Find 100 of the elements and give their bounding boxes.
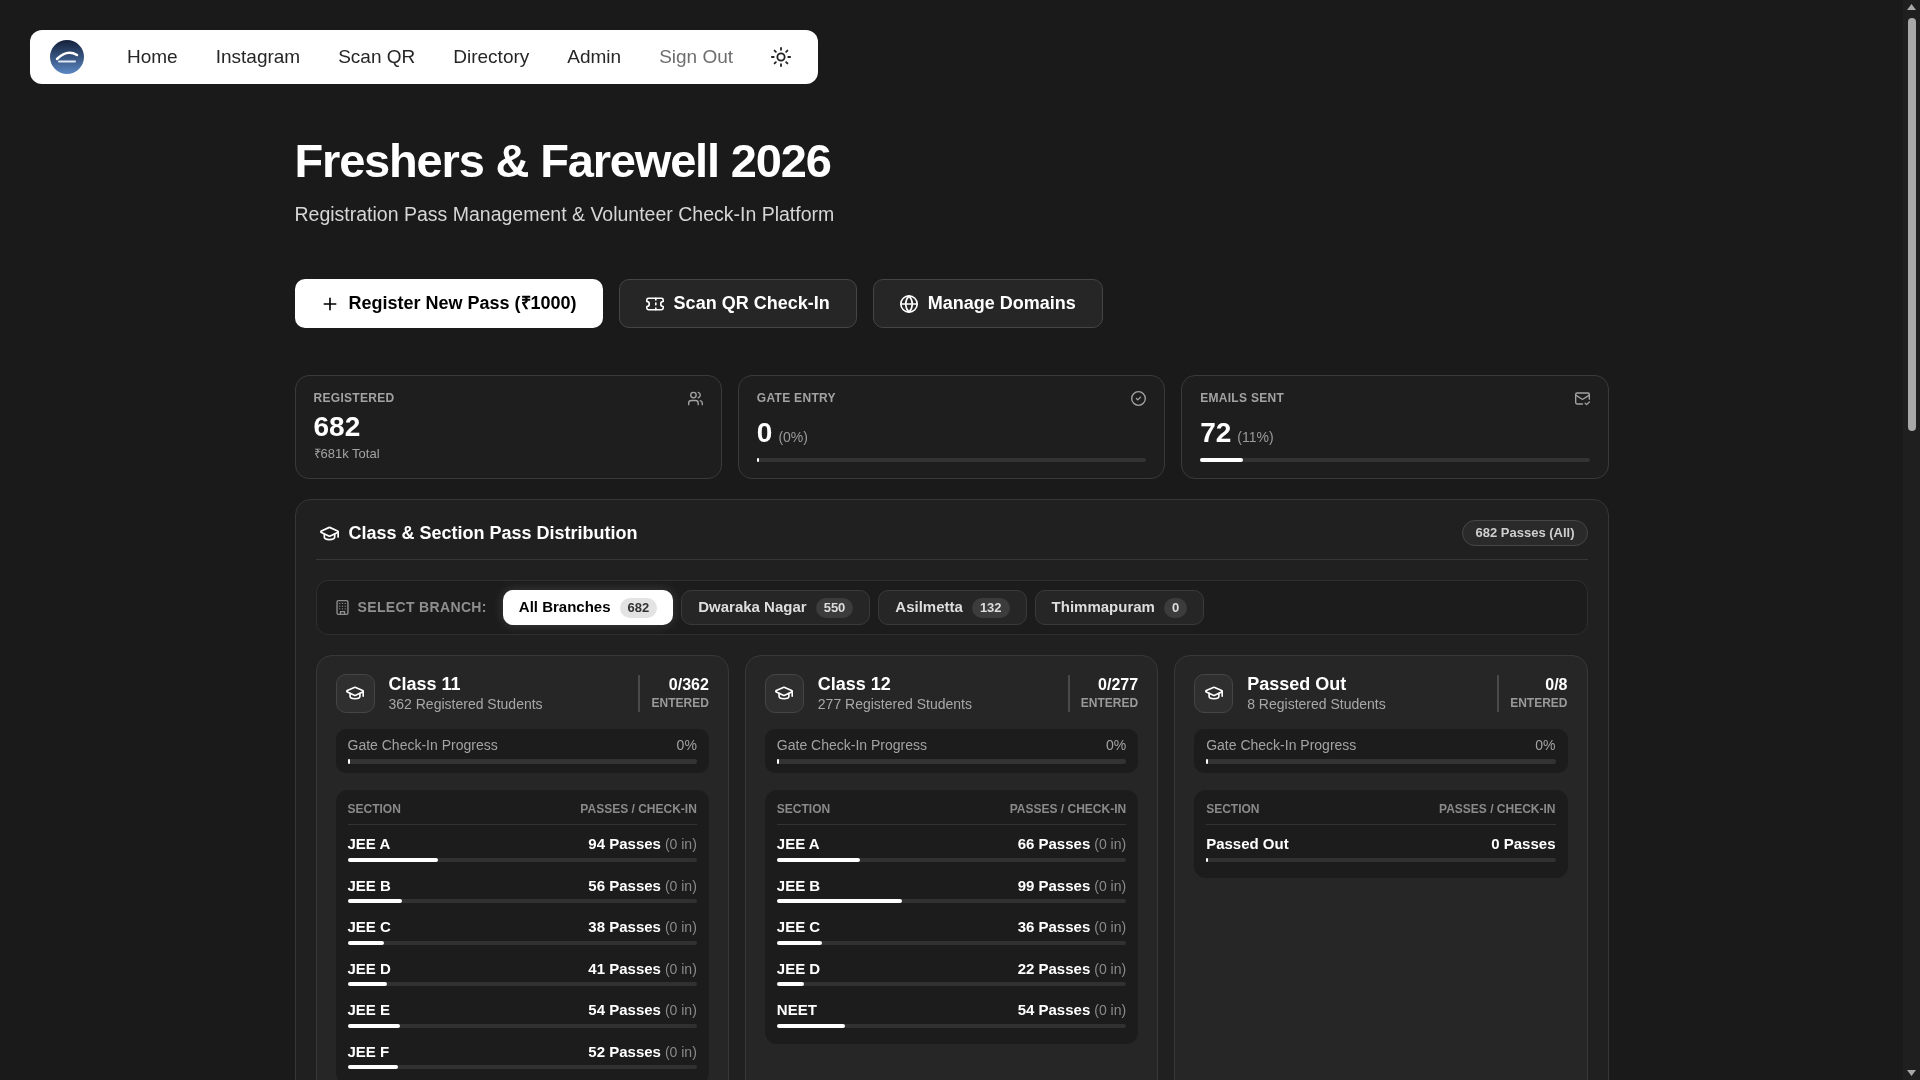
pass-count: 54 Passes [1017,1000,1091,1020]
logo-icon[interactable] [50,40,84,74]
branch-tab[interactable]: Asilmetta 132 [878,590,1027,625]
graduation-cap-icon [1194,673,1234,713]
branch-tab[interactable]: Thimmapuram 0 [1034,590,1205,625]
class-subtitle: 362 Registered Students [388,695,544,713]
pass-count: 41 Passes [588,958,661,979]
building-icon [334,600,350,615]
check-in-count: (0 in) [664,1042,697,1062]
scrollbar-thumb[interactable] [1907,18,1916,431]
branch-count: 682 [619,597,658,618]
stat-percent: (0%) [778,428,808,447]
mail-check-icon [1574,390,1590,406]
section-name: JEE D [347,958,391,979]
stat-value: 682 [313,411,362,443]
people-icon [687,390,703,406]
graduation-cap-icon [764,673,804,713]
theme-toggle-button[interactable] [771,47,792,67]
section-title: Class & Section Pass Distribution [348,522,638,545]
column-header: SECTION [1206,801,1260,817]
nav-link[interactable]: Home [127,43,178,71]
action-button[interactable]: Manage Domains [872,279,1103,328]
pass-count: 94 Passes [588,834,661,854]
pass-count: 66 Passes [1017,834,1091,854]
check-in-count: (0 in) [664,918,697,937]
check-in-count: (0 in) [1094,918,1127,937]
section-name: JEE F [347,1041,390,1062]
column-header: PASSES / CHECK-IN [1439,801,1556,817]
pass-count: 38 Passes [588,917,661,937]
column-header: PASSES / CHECK-IN [580,801,697,817]
section-name: JEE B [347,875,391,896]
section-name: JEE C [776,917,821,937]
branch-count: 132 [971,597,1010,618]
progress-label: Gate Check-In Progress [347,736,498,755]
class-title: Class 11 [388,673,462,695]
total-passes-pill: 682 Passes (All) [1462,520,1588,546]
stat-note: ₹681k Total [313,446,381,462]
check-in-count: (0 in) [1094,835,1127,854]
entered-label: ENTERED [1510,695,1568,711]
stat-percent: (11%) [1237,428,1274,447]
pass-count: 52 Passes [588,1041,661,1062]
column-header: PASSES / CHECK-IN [1009,801,1127,817]
section-name: JEE E [347,1000,391,1020]
pass-count: 54 Passes [588,1000,661,1020]
branch-count: 550 [815,597,854,618]
stat-label: REGISTERED [313,390,395,406]
stat-label: EMAILS SENT [1200,390,1285,406]
progress-value: 0% [676,736,697,755]
section-name: JEE C [347,917,391,937]
progress-label: Gate Check-In Progress [1206,736,1357,755]
graduation-cap-icon [335,673,375,713]
page-subtitle: Registration Pass Management & Volunteer Check-In Platform [294,202,836,227]
page-title: Freshers & Farewell 2026 [294,137,832,184]
globe-icon [899,294,918,313]
section-name: Passed Out [1206,834,1289,854]
nav-link[interactable]: Instagram [215,43,301,71]
pass-count: 22 Passes [1017,958,1091,979]
action-button[interactable]: Scan QR Check-In [618,279,857,328]
action-button[interactable]: Register New Pass (₹1000) [294,279,603,328]
ticket-icon [645,294,664,313]
entered-count: 0/8 [1545,675,1568,695]
entered-label: ENTERED [1080,695,1139,711]
scroll-up-icon[interactable] [1907,4,1916,10]
column-header: SECTION [776,801,831,817]
progress-value: 0% [1105,736,1127,755]
stat-value: 0 [756,417,773,449]
check-in-count: (0 in) [664,1001,697,1020]
check-in-count: (0 in) [1094,1001,1127,1020]
section-name: JEE B [776,875,821,896]
branch-tab[interactable]: Dwaraka Nagar 550 [681,590,871,625]
sun-icon [771,47,792,67]
section-name: JEE D [776,958,821,979]
nav-link[interactable]: Scan QR [338,43,416,71]
pass-count: 36 Passes [1017,917,1091,937]
class-title: Passed Out [1247,673,1348,695]
stat-label: GATE ENTRY [756,390,836,406]
check-in-count: (0 in) [664,835,697,854]
check-in-count: (0 in) [1094,876,1127,896]
class-title: Class 12 [817,673,892,695]
sign-out-button[interactable]: Sign Out [659,43,734,71]
pass-count: 0 Passes [1491,834,1556,854]
entered-count: 0/362 [668,675,709,695]
class-subtitle: 8 Registered Students [1247,695,1387,713]
check-in-count: (0 in) [664,876,697,896]
check-in-count: (0 in) [1094,959,1127,979]
section-name: NEET [776,1000,817,1020]
nav-link[interactable]: Directory [453,43,530,71]
column-header: SECTION [347,801,401,817]
branch-tab[interactable]: All Branches 682 [502,590,674,625]
nav-link[interactable]: Admin [567,43,622,71]
progress-label: Gate Check-In Progress [776,736,927,755]
class-subtitle: 277 Registered Students [817,695,973,713]
entered-label: ENTERED [651,695,709,711]
check-circle-icon [1131,390,1147,406]
section-name: JEE A [347,834,391,854]
section-name: JEE A [776,834,820,854]
scroll-down-icon[interactable] [1907,1070,1916,1076]
pass-count: 56 Passes [588,875,661,896]
pass-count: 99 Passes [1017,875,1091,896]
entered-count: 0/277 [1098,675,1139,695]
